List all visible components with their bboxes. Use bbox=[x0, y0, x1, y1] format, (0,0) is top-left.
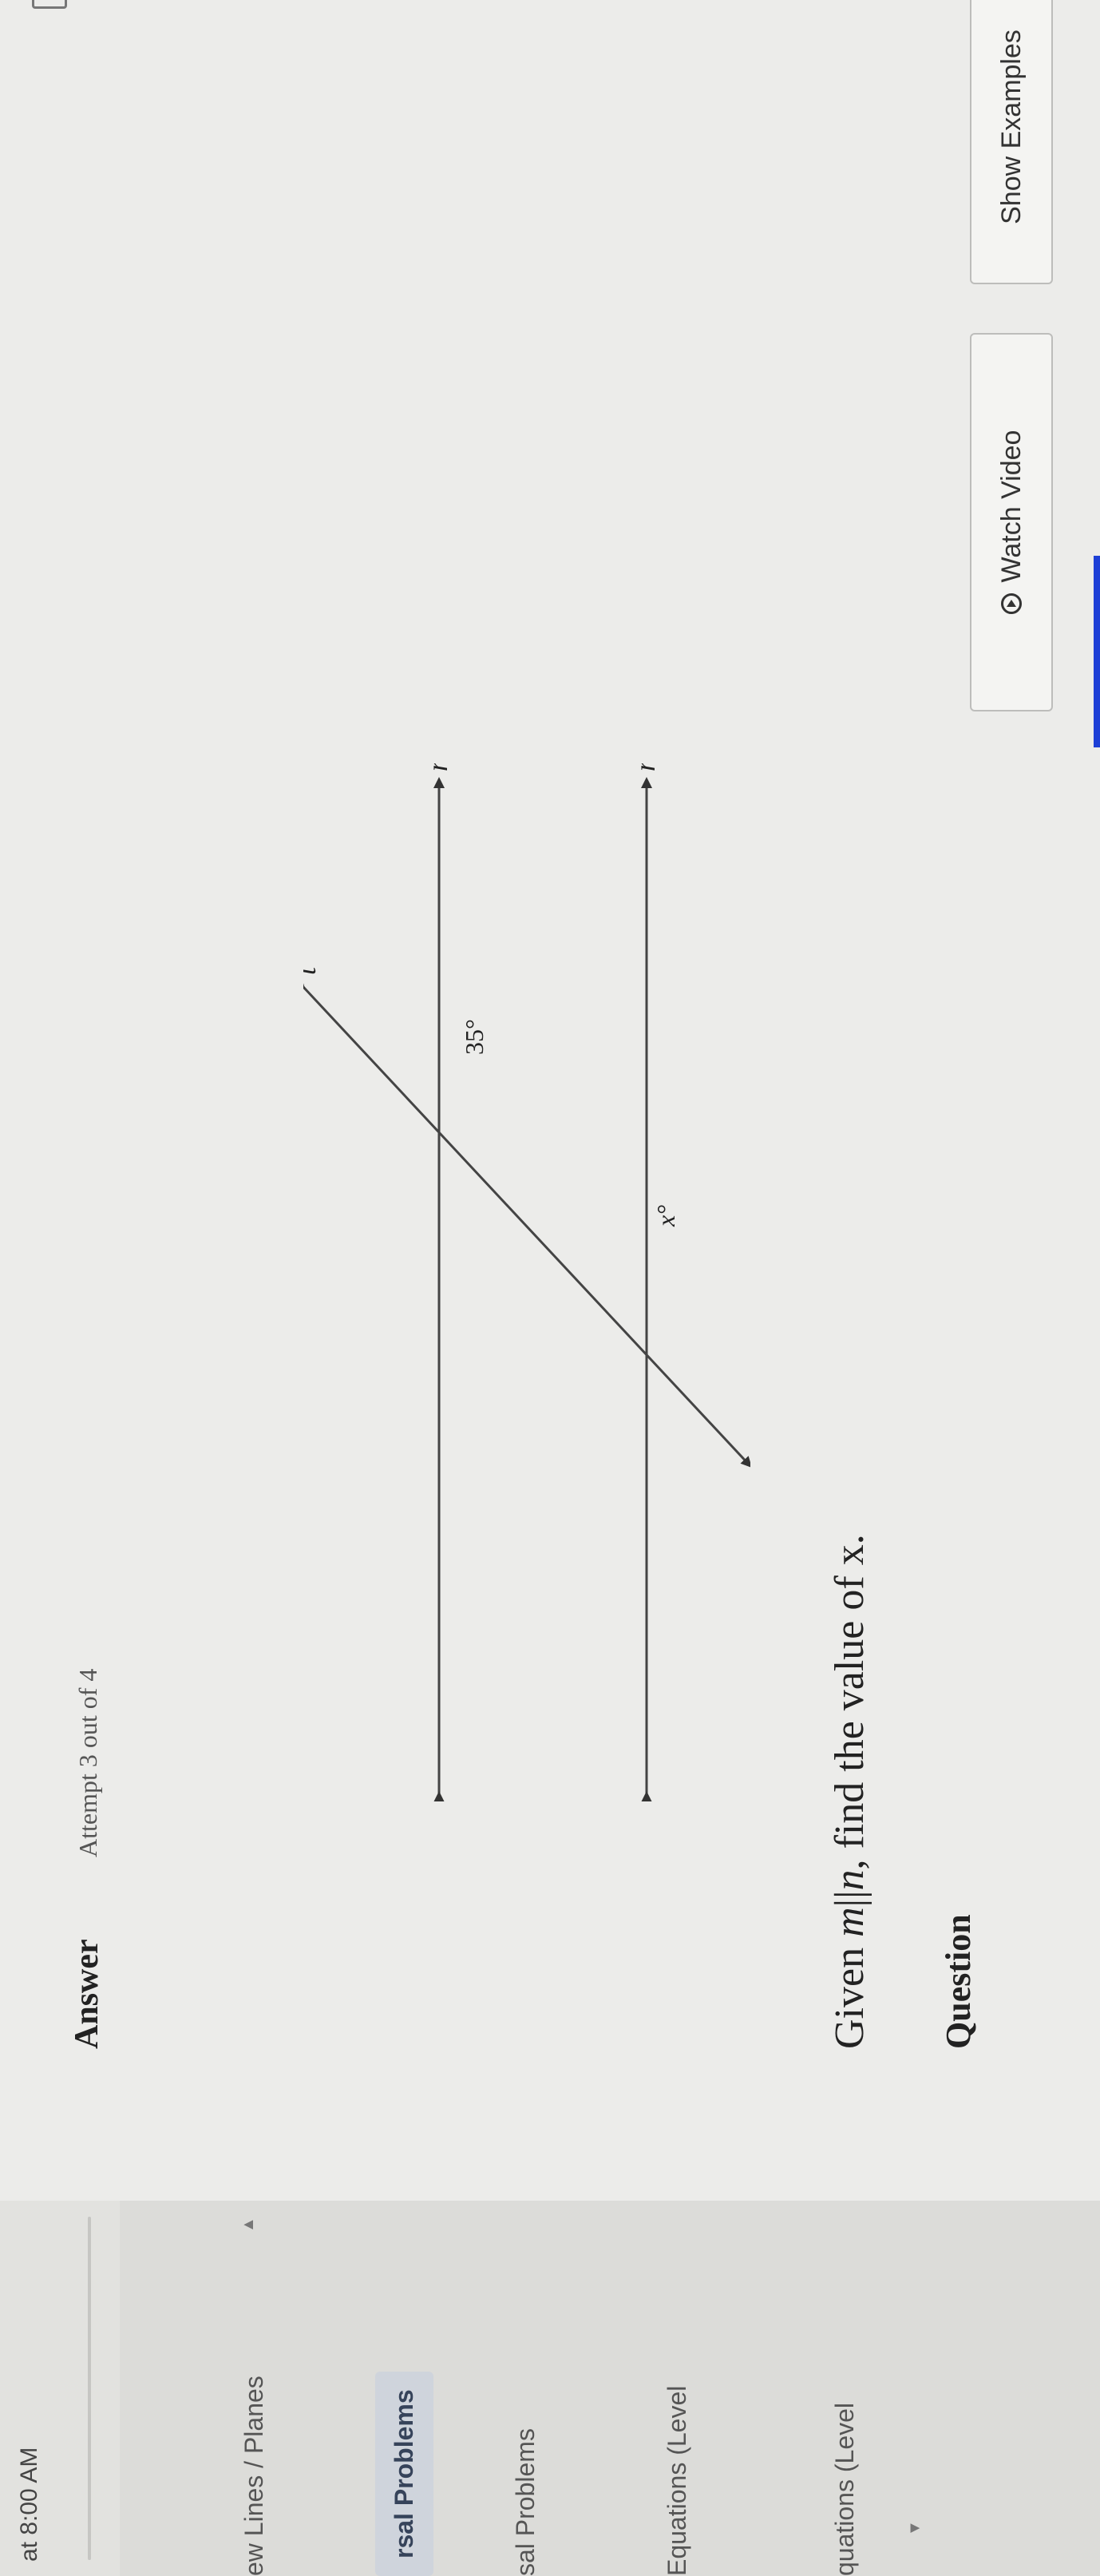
label-x-angle: x° bbox=[651, 1205, 680, 1227]
due-time: at 8:00 AM bbox=[16, 2447, 42, 2562]
watch-video-button[interactable]: Watch Video bbox=[970, 333, 1053, 711]
label-35-angle: 35° bbox=[460, 1019, 489, 1055]
accent-bar bbox=[1094, 556, 1100, 747]
transversal-t bbox=[303, 977, 750, 1468]
parallel-lines-diagram: m n t x° 35° bbox=[303, 763, 750, 1801]
prompt-pre: Given bbox=[827, 1936, 872, 2049]
label-m: m bbox=[629, 763, 661, 771]
play-icon bbox=[1001, 593, 1022, 615]
sidebar-item-equations-level[interactable]: Equations (Level bbox=[663, 2386, 692, 2576]
divider bbox=[88, 2217, 91, 2560]
app-screen: at 8:00 AM ew Lines / Planes ▲ rsal Prob… bbox=[0, 0, 1100, 2576]
attempt-counter: Attempt 3 out of 4 bbox=[73, 1668, 102, 1857]
prompt-post: , find the value of x. bbox=[827, 1534, 872, 1870]
chevron-down-icon[interactable]: ▼ bbox=[906, 2520, 924, 2536]
main-content: Question Given m||n, find the value of x… bbox=[0, 0, 1100, 2201]
label-t: t bbox=[303, 966, 322, 975]
label-n: n bbox=[421, 763, 453, 771]
watch-video-label: Watch Video bbox=[995, 430, 1027, 583]
var-n: n bbox=[827, 1869, 872, 1891]
sidebar-item-transversal-problems-2[interactable]: sal Problems bbox=[511, 2428, 540, 2576]
sidebar-item-transversal-problems[interactable]: rsal Problems bbox=[375, 2372, 433, 2576]
show-examples-label: Show Examples bbox=[995, 30, 1027, 224]
show-examples-button[interactable]: Show Examples bbox=[970, 0, 1053, 284]
answer-label: Answer bbox=[69, 1939, 105, 2049]
question-title: Question bbox=[939, 1914, 978, 2049]
sidebar-item-equations-level-2[interactable]: quations (Level bbox=[830, 2403, 860, 2576]
sidebar-item-skew-lines[interactable]: ew Lines / Planes bbox=[239, 2376, 269, 2576]
parallel-symbol: || bbox=[827, 1890, 872, 1908]
question-prompt: Given m||n, find the value of x. bbox=[826, 1534, 873, 2049]
sidebar: at 8:00 AM ew Lines / Planes ▲ rsal Prob… bbox=[0, 2201, 1100, 2576]
var-m: m bbox=[827, 1907, 872, 1937]
calculator-icon[interactable] bbox=[32, 0, 67, 9]
chevron-up-icon[interactable]: ▲ bbox=[239, 2217, 258, 2233]
